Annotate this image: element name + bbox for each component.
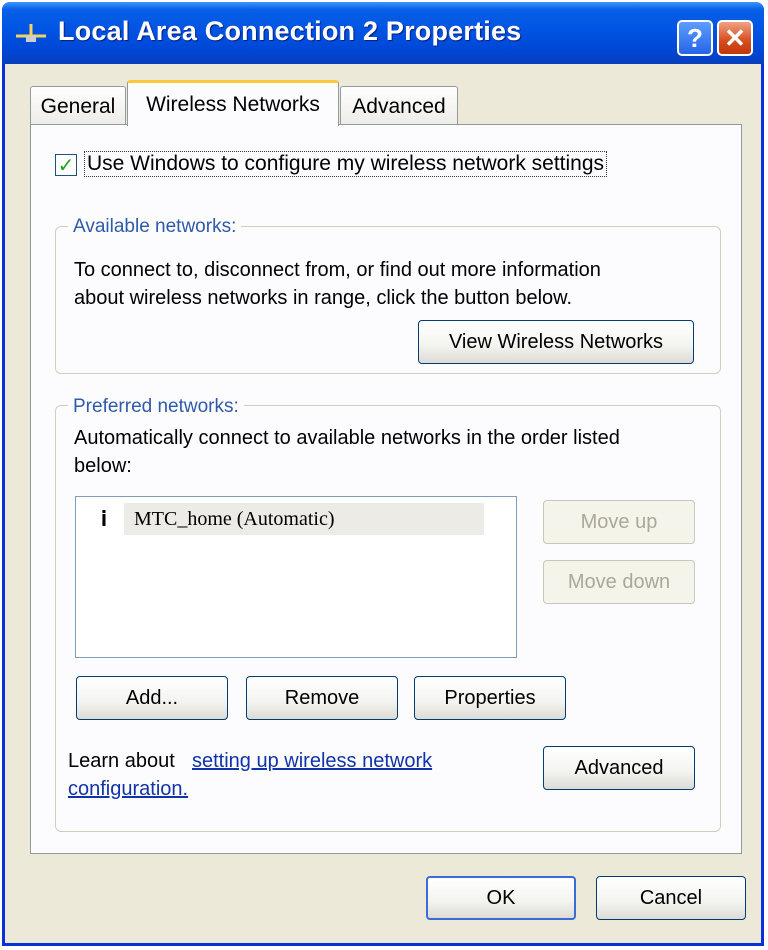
preferred-description-line: below: xyxy=(74,455,132,477)
preferred-description-line: Automatically connect to available netwo… xyxy=(74,427,620,449)
cancel-button[interactable]: Cancel xyxy=(596,876,746,920)
close-icon: ✕ xyxy=(724,22,746,53)
move-down-button[interactable]: Move down xyxy=(543,560,695,604)
help-button[interactable]: ? xyxy=(677,20,713,56)
move-up-button[interactable]: Move up xyxy=(543,500,695,544)
network-connection-icon xyxy=(16,24,46,42)
setup-wireless-link-line1[interactable]: setting up wireless network xyxy=(192,750,432,773)
ok-button[interactable]: OK xyxy=(426,876,576,920)
tab-wireless-networks[interactable]: Wireless Networks xyxy=(127,80,339,126)
available-description-line: To connect to, disconnect from, or find … xyxy=(74,259,601,281)
tab-advanced[interactable]: Advanced xyxy=(340,86,458,126)
list-item[interactable]: 𝐢 MTC_home (Automatic) xyxy=(84,503,484,535)
advanced-button[interactable]: Advanced xyxy=(543,746,695,790)
preferred-networks-legend: Preferred networks: xyxy=(68,396,244,418)
remove-button[interactable]: Remove xyxy=(246,676,398,720)
window-title: Local Area Connection 2 Properties xyxy=(58,16,522,46)
preferred-networks-list[interactable]: 𝐢 MTC_home (Automatic) xyxy=(75,496,517,658)
wireless-antenna-icon: 𝐢 xyxy=(100,506,108,532)
configure-wireless-checkbox[interactable]: ✓ xyxy=(55,154,77,176)
close-button[interactable]: ✕ xyxy=(717,20,753,56)
available-networks-legend: Available networks: xyxy=(68,216,242,238)
network-name: MTC_home (Automatic) xyxy=(124,503,484,535)
learn-about-text: Learn about xyxy=(68,750,175,772)
available-description-line: about wireless networks in range, click … xyxy=(74,287,573,309)
view-wireless-networks-button[interactable]: View Wireless Networks xyxy=(418,320,694,364)
tab-general[interactable]: General xyxy=(30,86,126,126)
setup-wireless-link-line2[interactable]: configuration. xyxy=(68,778,188,801)
title-bar[interactable]: Local Area Connection 2 Properties xyxy=(2,2,764,64)
help-icon: ? xyxy=(687,22,703,53)
properties-button[interactable]: Properties xyxy=(414,676,566,720)
available-networks-description: To connect to, disconnect from, or find … xyxy=(74,256,601,312)
configure-wireless-label[interactable]: Use Windows to configure my wireless net… xyxy=(84,151,608,177)
add-button[interactable]: Add... xyxy=(76,676,228,720)
preferred-networks-description: Automatically connect to available netwo… xyxy=(74,424,620,480)
